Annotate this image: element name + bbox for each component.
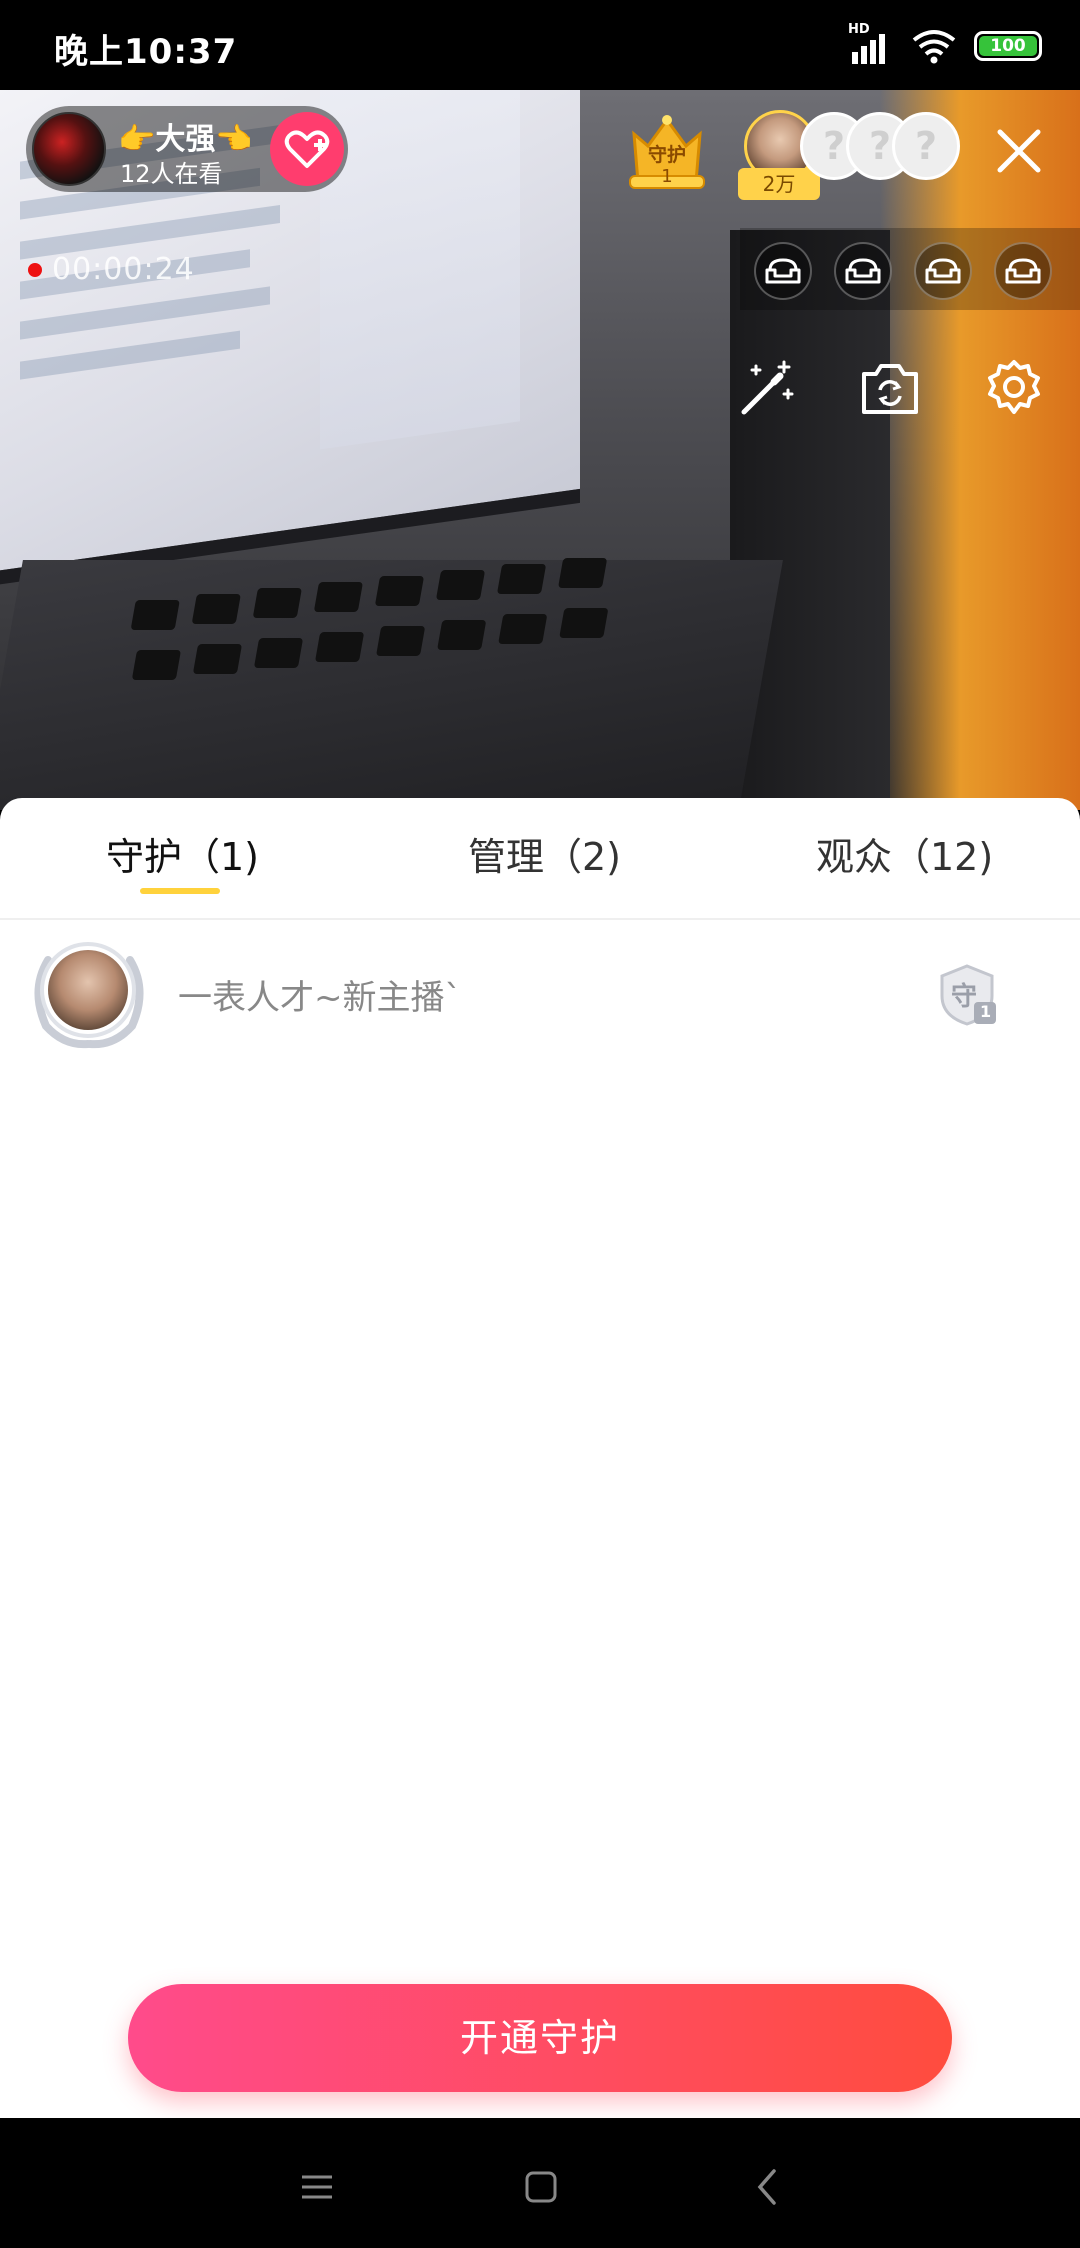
close-button[interactable] bbox=[984, 116, 1054, 186]
guard-badge[interactable]: 守护 1 bbox=[624, 112, 710, 192]
settings-button[interactable] bbox=[978, 352, 1050, 424]
follow-button[interactable] bbox=[270, 112, 344, 186]
menu-button[interactable] bbox=[292, 2162, 342, 2212]
back-arrow-icon bbox=[757, 2169, 776, 2205]
empty-fan-slot[interactable]: ? bbox=[892, 112, 960, 180]
recording-dot-icon bbox=[28, 262, 42, 277]
audience-panel: 守护（1) 管理（2) 观众（12) 一表人才~新主播` 守 1 开通守护 bbox=[0, 798, 1080, 2118]
menu-icon bbox=[302, 2175, 332, 2199]
magic-wand-icon bbox=[741, 360, 794, 415]
guard-badge-count: 1 bbox=[661, 166, 673, 187]
beauty-button[interactable] bbox=[730, 352, 802, 424]
top-fan-amount: 2万 bbox=[738, 168, 820, 200]
tab-bar: 守护（1) 管理（2) 观众（12) bbox=[0, 798, 1080, 920]
square-icon bbox=[525, 2171, 557, 2203]
list-item[interactable]: 一表人才~新主播` 守 1 bbox=[0, 940, 1080, 1060]
wifi-icon bbox=[912, 30, 956, 64]
gear-icon bbox=[988, 360, 1040, 414]
back-button[interactable] bbox=[742, 2162, 792, 2212]
camera-switch-icon bbox=[862, 364, 918, 414]
system-nav-bar bbox=[0, 2118, 1080, 2248]
live-camera-view[interactable] bbox=[0, 90, 1080, 810]
battery-icon: 100 bbox=[974, 31, 1042, 61]
tab-guard[interactable]: 守护（1) bbox=[106, 826, 259, 881]
sofa-seat[interactable] bbox=[914, 242, 972, 300]
host-avatar[interactable] bbox=[32, 112, 106, 186]
guard-badge-label: 守护 bbox=[647, 144, 686, 166]
home-button[interactable] bbox=[516, 2162, 566, 2212]
sofa-icon bbox=[765, 258, 801, 284]
guard-level-badge: 守 1 bbox=[934, 962, 1000, 1028]
close-icon bbox=[997, 129, 1041, 173]
switch-camera-button[interactable] bbox=[854, 352, 926, 424]
badge-text: 守 bbox=[951, 982, 978, 1012]
sofa-seat[interactable] bbox=[834, 242, 892, 300]
status-time: 晚上10:37 bbox=[54, 32, 238, 72]
sofa-icon bbox=[925, 258, 961, 284]
heart-plus-icon bbox=[284, 130, 330, 168]
battery-level: 100 bbox=[979, 36, 1037, 56]
sofa-icon bbox=[845, 258, 881, 284]
tab-admin[interactable]: 管理（2) bbox=[468, 826, 621, 881]
status-bar: 晚上10:37 HD 100 bbox=[0, 0, 1080, 90]
live-timer: 00:00:24 bbox=[52, 252, 195, 287]
avatar[interactable] bbox=[48, 950, 128, 1030]
signal-icon: HD bbox=[848, 22, 894, 66]
host-info[interactable]: 👉大强👈 12人在看 bbox=[26, 106, 348, 192]
recording-indicator: 00:00:24 bbox=[28, 252, 195, 287]
sofa-seat[interactable] bbox=[994, 242, 1052, 300]
tab-indicator bbox=[140, 888, 220, 894]
sofa-icon bbox=[1005, 258, 1041, 284]
member-name: 一表人才~新主播` bbox=[178, 978, 462, 1018]
sofa-seat[interactable] bbox=[754, 242, 812, 300]
avatar-frame bbox=[24, 940, 154, 1052]
status-icons: HD 100 bbox=[848, 22, 1042, 66]
tab-audience[interactable]: 观众（12) bbox=[816, 826, 993, 881]
host-name: 👉大强👈 bbox=[118, 122, 253, 157]
badge-level: 1 bbox=[980, 1002, 992, 1021]
viewer-count: 12人在看 bbox=[120, 160, 223, 188]
open-guard-button[interactable]: 开通守护 bbox=[128, 1984, 952, 2092]
